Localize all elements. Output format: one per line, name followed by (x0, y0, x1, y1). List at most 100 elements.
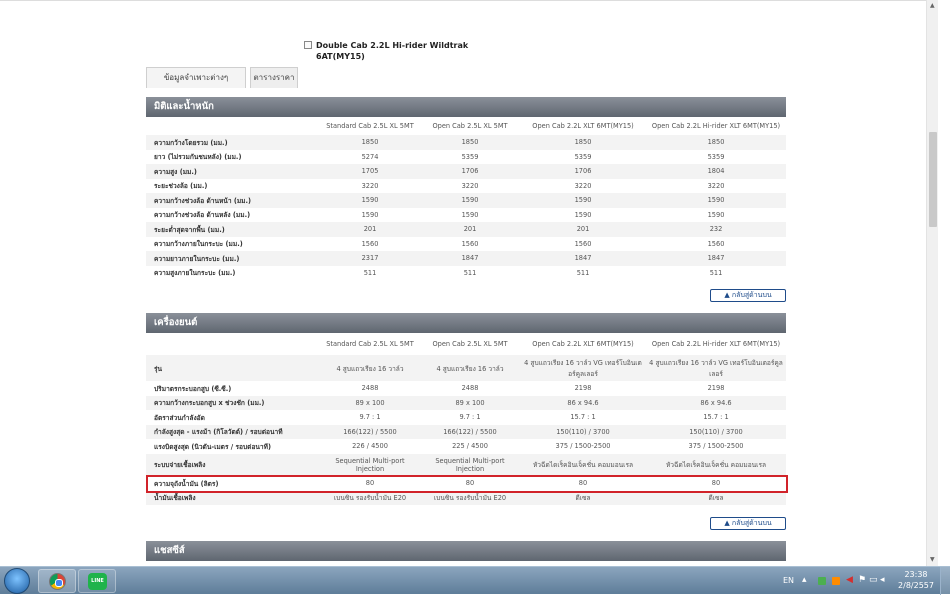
table-row: ระยะต่ำสุดจากพื้น (มม.) 201 201 201 232 (146, 222, 786, 237)
cell: 1590 (320, 193, 420, 208)
cell: 1847 (646, 251, 786, 266)
compare-checkbox[interactable] (304, 41, 312, 49)
cell: 1850 (646, 135, 786, 150)
chrome-icon (49, 573, 66, 590)
show-desktop-button[interactable] (940, 567, 950, 595)
table-row: ระบบจ่ายเชื้อเพลิง Sequential Multi-port … (146, 453, 786, 476)
model-name-line2: 6AT(MY15) (316, 52, 365, 61)
cell: 3220 (461, 181, 479, 190)
table-row: ความกว้างโดยรวม (มม.) 1850 1850 1850 1850 (146, 135, 786, 150)
cell: 511 (363, 268, 377, 277)
cell: 1590 (520, 193, 646, 208)
cell: 150(110) / 3700 (520, 424, 646, 439)
cell: 375 / 1500-2500 (688, 442, 744, 451)
cell: 166(122) / 5500 (420, 424, 520, 439)
column-header: Open Cab 2.5L XL 5MT (420, 117, 520, 135)
row-label: ความสูง (มม.) (146, 164, 320, 179)
cell: 1847 (420, 251, 520, 266)
table-row: อัตราส่วนกำลังอัด 9.7 : 1 9.7 : 1 15.7 : 1 1… (146, 410, 786, 425)
cell: 2488 (461, 384, 479, 393)
top-divider (0, 0, 938, 1)
table-row: ระยะช่วงล้อ (มม.) 3220 3220 3220 3220 (146, 179, 786, 194)
start-button-icon[interactable] (4, 568, 30, 594)
column-header: Open Cab 2.5L XL 5MT (420, 333, 520, 355)
column-header: Open Cab 2.2L XLT 6MT(MY15) (520, 117, 646, 135)
cell: 89 x 100 (420, 395, 520, 410)
table-row: ปริมาตรกระบอกสูบ (ซี.ซี.) 2488 2488 2198 219… (146, 381, 786, 396)
chrome-taskbar-button[interactable] (38, 569, 76, 593)
clock[interactable]: 23:38 2/8/2557 (895, 569, 937, 591)
table-row: รุ่น 4 สูบแถวเรียง 16 วาล์ว 4 สูบแถวเรียง … (146, 355, 786, 381)
row-label: ระยะต่ำสุดจากพื้น (มม.) (146, 222, 320, 237)
cell: 1706 (420, 164, 520, 179)
table-row: แรงบิดสูงสุด (นิวตัน-เมตร / รอบต่อนาที) 2… (146, 439, 786, 454)
back-to-top-button[interactable]: ▲ กลับสู่ด้านบน (710, 289, 786, 302)
row-label: รุ่น (146, 355, 320, 381)
row-label: ความกว้างกระบอกสูบ x ช่วงชัก (มม.) (146, 395, 320, 410)
vertical-scrollbar[interactable]: ▲ ▼ (926, 0, 938, 566)
cell: 4 สูบแถวเรียง 16 วาล์ว (320, 355, 420, 381)
scrollbar-thumb[interactable] (929, 132, 937, 227)
line-icon: LINE (88, 573, 107, 590)
cell: 1590 (461, 210, 479, 219)
table-row: ยาว (ไม่รวมกันชนหลัง) (มม.) 5274 5359 5359 5… (146, 150, 786, 165)
cell: 375 / 1500-2500 (555, 442, 611, 451)
row-label: ความยาวภายในกระบะ (มม.) (146, 251, 320, 266)
cell: 166(122) / 5500 (320, 424, 420, 439)
table-row: ความสูง (มม.) 1705 1706 1706 1804 (146, 164, 786, 179)
cell: 5359 (574, 152, 592, 161)
engine-title: เครื่องยนต์ (146, 313, 786, 333)
cell: 232 (646, 222, 786, 237)
tab-price-table[interactable]: ตารางราคา (250, 67, 298, 88)
cell: 1850 (320, 135, 420, 150)
cell: 226 / 4500 (352, 442, 388, 451)
dimensions-section: มิติและน้ำหนัก Standard Cab 2.5L XL 5MT … (146, 97, 786, 280)
model-checkbox-row[interactable]: Double Cab 2.2L Hi-rider Wildtrak 6AT(MY… (304, 41, 468, 61)
cell: หัวฉีดไดเร็คอินเจ็คชั่น คอมมอนเรล (646, 453, 786, 476)
cell: 1847 (520, 251, 646, 266)
table-row: ความกว้างภายในกระบะ (มม.) 1560 1560 1560 156… (146, 237, 786, 252)
column-header: Open Cab 2.2L Hi-rider XLT 6MT(MY15) (646, 333, 786, 355)
row-label: ความกว้างช่วงล้อ ด้านหน้า (มม.) (146, 193, 320, 208)
row-label: ความกว้างโดยรวม (มม.) (146, 135, 320, 150)
volume-icon[interactable]: ◂ (880, 575, 885, 585)
cell: 1590 (574, 210, 592, 219)
tab-specifications[interactable]: ข้อมูลจำเพาะต่างๆ (146, 67, 246, 88)
flag-icon[interactable]: ⚑ (858, 575, 866, 585)
cell: 86 x 94.6 (520, 395, 646, 410)
row-label: ปริมาตรกระบอกสูบ (ซี.ซี.) (154, 384, 232, 393)
scroll-up-icon[interactable]: ▲ (930, 3, 936, 9)
chassis-title: แชสซีส์ (146, 541, 786, 561)
cell: Sequential Multi-port Injection (420, 453, 520, 476)
network-icon[interactable]: ▭ (869, 575, 878, 585)
table-row: ความสูงภายในกระบะ (มม.) 511 511 511 511 (146, 266, 786, 281)
app-tray-icon[interactable] (832, 577, 840, 585)
column-header: Standard Cab 2.5L XL 5MT (320, 333, 420, 355)
table-row: ความกว้างกระบอกสูบ x ช่วงชัก (มม.) 89 x 1… (146, 395, 786, 410)
line-taskbar-button[interactable]: LINE (78, 569, 116, 593)
cell: 1560 (574, 239, 592, 248)
column-header (146, 117, 320, 135)
back-to-top-button[interactable]: ▲ กลับสู่ด้านบน (710, 517, 786, 530)
cell: 5359 (707, 152, 725, 161)
row-label: กำลังสูงสุด - แรงม้า (กิโลวัตต์) / รอบต่… (146, 424, 320, 439)
cell: 5359 (461, 152, 479, 161)
dimensions-table: Standard Cab 2.5L XL 5MT Open Cab 2.5L X… (146, 117, 786, 280)
cell: 3220 (707, 181, 725, 190)
scroll-down-icon[interactable]: ▼ (930, 557, 936, 563)
cell: 89 x 100 (320, 395, 420, 410)
column-header: Open Cab 2.2L XLT 6MT(MY15) (520, 333, 646, 355)
cell: 225 / 4500 (452, 442, 488, 451)
clock-date: 2/8/2557 (898, 581, 934, 590)
show-hidden-icons-icon[interactable]: ▴ (802, 575, 807, 585)
cell: Sequential Multi-port Injection (320, 453, 420, 476)
cell: 3220 (361, 181, 379, 190)
table-row: ความยาวภายในกระบะ (มม.) 2317 1847 1847 1847 (146, 251, 786, 266)
language-indicator[interactable]: EN (783, 576, 794, 585)
cell: 511 (576, 268, 590, 277)
cell: 15.7 : 1 (703, 413, 729, 422)
column-header: Standard Cab 2.5L XL 5MT (320, 117, 420, 135)
clock-time: 23:38 (904, 570, 928, 579)
app-tray-icon[interactable] (818, 577, 826, 585)
antivirus-icon[interactable]: ◀ (846, 575, 853, 585)
